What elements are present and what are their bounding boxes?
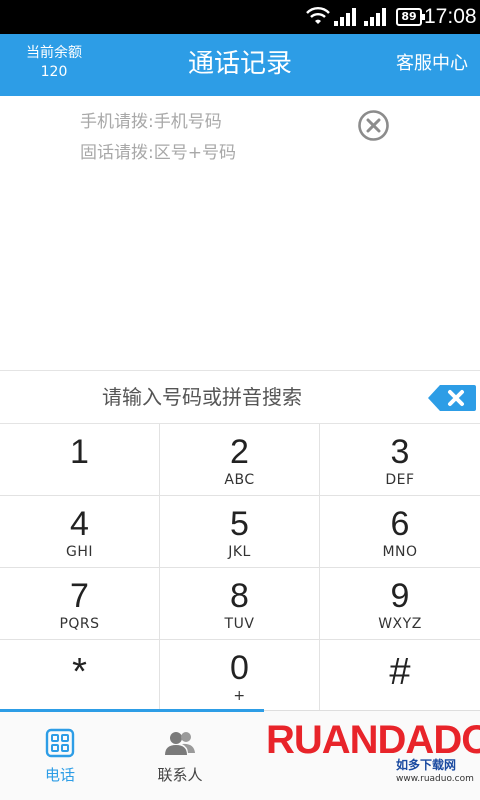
key-8[interactable]: 8 TUV	[160, 568, 320, 640]
dial-keypad: 1 2 ABC 3 DEF 4 GHI 5 JKL 6 MNO 7 PQRS 8…	[0, 424, 480, 710]
signal-icon	[364, 8, 386, 26]
key-7[interactable]: 7 PQRS	[0, 568, 160, 640]
tab-contacts-label: 联系人	[157, 766, 203, 784]
key-digit: 1	[70, 433, 89, 471]
key-letters: GHI	[65, 544, 93, 560]
key-digit: 6	[390, 505, 410, 543]
clock: 17:08	[424, 5, 477, 28]
key-letters: TUV	[224, 616, 255, 632]
key-letters: JKL	[228, 544, 251, 560]
tab-phone[interactable]: 电话	[0, 711, 120, 800]
key-digit: 0	[230, 649, 249, 687]
key-hash[interactable]: #	[320, 640, 480, 710]
key-digit: 8	[230, 577, 249, 615]
watermark-logo: RUANDADO 如多下载网 www.ruaduo.com	[266, 716, 480, 796]
balance: 当前余额 120	[14, 44, 94, 82]
key-9[interactable]: 9 WXYZ	[320, 568, 480, 640]
key-letters: ABC	[224, 472, 255, 488]
balance-label: 当前余额	[26, 45, 82, 61]
wifi-icon	[306, 7, 330, 24]
status-bar: 89 17:08	[0, 0, 480, 34]
dialpad-icon	[45, 728, 75, 758]
balance-value: 120	[40, 64, 68, 80]
key-0[interactable]: 0 +	[160, 640, 320, 710]
dial-hints-area: 手机请拨:手机号码 固话请拨:区号+号码	[0, 96, 480, 370]
key-digit: 5	[230, 505, 249, 543]
mobile-hint: 手机请拨:手机号码	[80, 112, 222, 132]
tab-phone-label: 电话	[44, 766, 75, 784]
signal-icon	[334, 8, 356, 26]
key-letters: MNO	[382, 544, 418, 560]
contacts-icon	[165, 732, 195, 755]
key-letters: DEF	[385, 472, 415, 488]
watermark-url: www.ruaduo.com	[396, 774, 474, 784]
key-digit: 2	[230, 433, 249, 471]
battery-icon: 89	[396, 8, 425, 26]
customer-service-button[interactable]: 客服中心	[396, 52, 468, 76]
backspace-icon[interactable]	[428, 383, 476, 413]
key-digit: 4	[70, 505, 89, 543]
page-title: 通话记录	[187, 49, 292, 79]
key-4[interactable]: 4 GHI	[0, 496, 160, 568]
key-letters: +	[233, 688, 246, 704]
clear-icon[interactable]	[357, 109, 390, 142]
key-5[interactable]: 5 JKL	[160, 496, 320, 568]
key-2[interactable]: 2 ABC	[160, 424, 320, 496]
app-header: 当前余额 120 通话记录 客服中心	[0, 34, 480, 96]
watermark-subtitle: 如多下载网	[396, 758, 457, 772]
key-star[interactable]: *	[0, 640, 160, 710]
key-digit: 9	[390, 577, 410, 615]
tab-contacts[interactable]: 联系人	[120, 711, 240, 800]
key-3[interactable]: 3 DEF	[320, 424, 480, 496]
landline-hint: 固话请拨:区号+号码	[80, 143, 236, 163]
key-digit: 3	[390, 433, 410, 471]
key-letters: PQRS	[59, 616, 100, 632]
key-1[interactable]: 1	[0, 424, 160, 496]
key-letters: WXYZ	[378, 616, 422, 632]
key-6[interactable]: 6 MNO	[320, 496, 480, 568]
key-digit: *	[72, 651, 87, 693]
number-search-bar[interactable]: 请输入号码或拼音搜索	[0, 370, 480, 424]
search-input[interactable]: 请输入号码或拼音搜索	[102, 384, 302, 410]
key-digit: #	[389, 651, 411, 693]
key-digit: 7	[70, 577, 89, 615]
